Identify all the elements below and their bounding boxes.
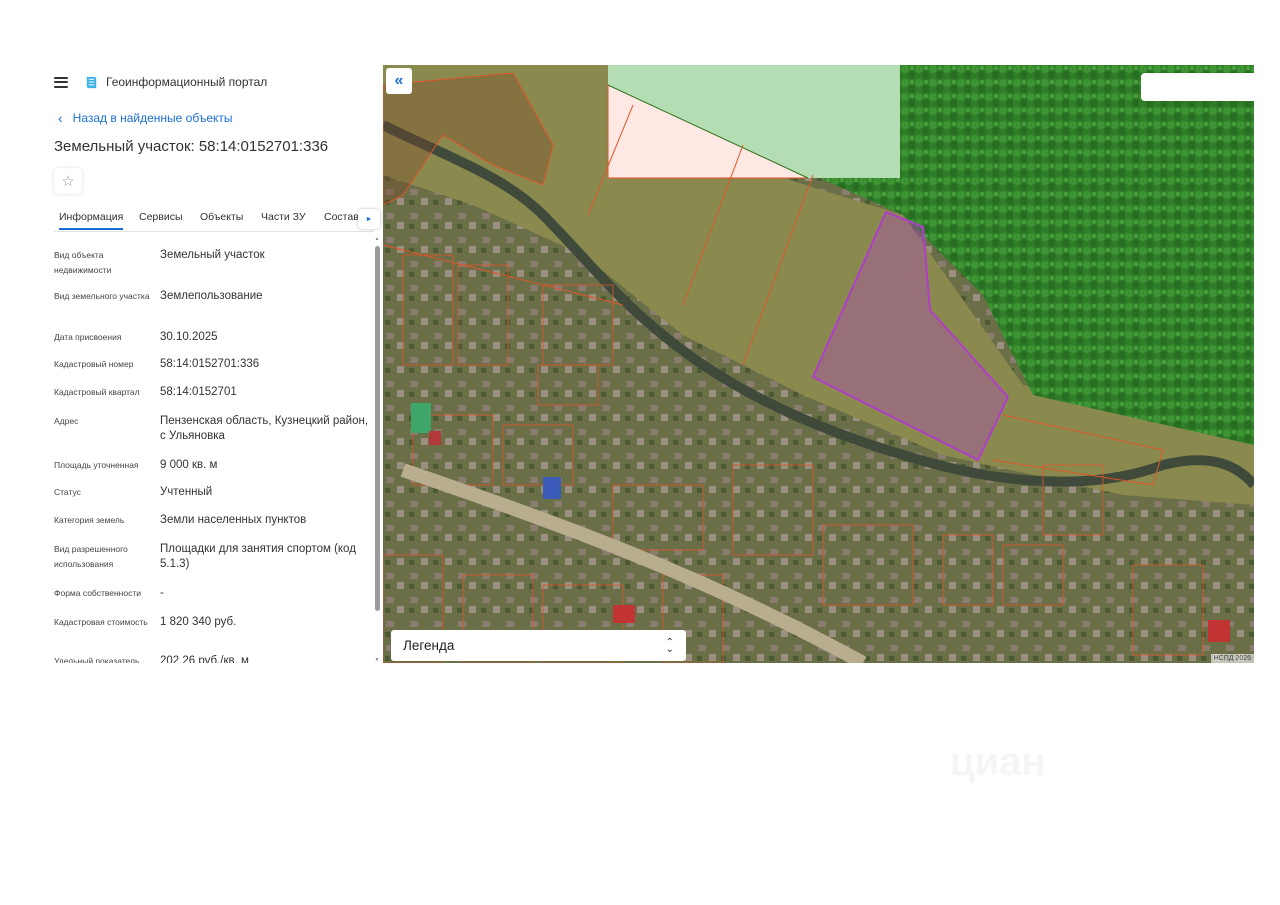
info-value: 1 820 340 руб.: [160, 616, 237, 628]
favorite-button[interactable]: ☆: [54, 168, 82, 194]
building: [411, 403, 431, 433]
double-chevron-left-icon: «: [394, 72, 404, 89]
info-value: Пензенская область, Кузнецкий район, с У…: [160, 415, 369, 442]
info-value: 9 000 кв. м: [160, 459, 218, 471]
chevron-left-icon: ‹: [58, 110, 63, 126]
info-value: Учтенный: [160, 486, 213, 498]
top-bar: Геоинформационный портал: [54, 72, 267, 92]
back-label: Назад в найденные объекты: [72, 111, 233, 125]
info-list: Вид объекта недвижимости Земельный участ…: [54, 238, 372, 663]
info-value: -: [160, 587, 164, 599]
chevron-right-icon: ►: [365, 215, 373, 223]
legend-dropdown[interactable]: Легенда ⌃ ⌄: [391, 630, 686, 661]
portal-title: Геоинформационный портал: [106, 75, 268, 89]
info-label: Форма собственности: [54, 588, 141, 598]
info-value: Площадки для занятия спортом (код 5.1.3): [160, 543, 356, 570]
info-label: Статус: [54, 487, 81, 497]
legend-label: Легенда: [403, 638, 455, 653]
scroll-up-icon[interactable]: ▲: [374, 236, 380, 242]
info-value: 30.10.2025: [160, 331, 218, 343]
tab-objects[interactable]: Объекты: [200, 211, 243, 223]
building: [1208, 620, 1230, 642]
info-label: Удельный показатель: [54, 656, 140, 663]
satellite-map[interactable]: [383, 65, 1254, 663]
building: [429, 431, 441, 445]
scroll-thumb[interactable]: [375, 246, 380, 611]
tab-bar: Информация Сервисы Объекты Части ЗУ Сост…: [54, 208, 374, 232]
object-panel: Геоинформационный портал ‹ Назад в найде…: [0, 60, 383, 663]
info-label: Кадастровый номер: [54, 359, 134, 369]
info-value: 58:14:0152701: [160, 386, 237, 398]
building: [543, 477, 561, 499]
map-view[interactable]: « Легенда ⌃ ⌄ НСПД 2026: [383, 65, 1254, 663]
info-label: Дата присвоения: [54, 332, 122, 342]
map-search-box[interactable]: [1141, 73, 1254, 101]
expand-collapse-icon: ⌃ ⌄: [665, 636, 674, 655]
info-label: Адрес: [54, 416, 79, 426]
info-value: Землепользование: [160, 290, 263, 302]
info-label: Вид разрешенного использования: [54, 544, 128, 569]
info-value: 202,26 руб./кв. м: [160, 655, 249, 663]
info-label: Кадастровая стоимость: [54, 617, 148, 627]
tabs-next-button[interactable]: ►: [358, 209, 380, 229]
tab-services[interactable]: Сервисы: [139, 211, 183, 223]
portal-logo-icon: [86, 76, 97, 88]
menu-icon[interactable]: [54, 76, 68, 88]
info-label: Вид земельного участка: [54, 291, 150, 301]
info-value: Земельный участок: [160, 249, 265, 261]
building: [613, 605, 635, 623]
info-label: Категория земель: [54, 515, 125, 525]
back-to-results-link[interactable]: ‹ Назад в найденные объекты: [58, 111, 233, 125]
watermark: циан: [950, 740, 1046, 785]
scroll-down-icon[interactable]: ▼: [374, 657, 380, 663]
info-value: Земли населенных пунктов: [160, 514, 307, 526]
star-icon: ☆: [61, 173, 75, 190]
info-scrollbar[interactable]: ▲ ▼: [374, 236, 380, 663]
tab-parts[interactable]: Части ЗУ: [261, 211, 306, 223]
tab-info[interactable]: Информация: [59, 211, 124, 230]
collapse-panel-button[interactable]: «: [386, 68, 412, 94]
info-label: Вид объекта недвижимости: [54, 250, 112, 275]
info-label: Площадь уточненная: [54, 460, 139, 470]
map-copyright: НСПД 2026: [1210, 654, 1254, 663]
info-value: 58:14:0152701:336: [160, 358, 260, 370]
page-title: Земельный участок: 58:14:0152701:336: [54, 138, 329, 155]
tab-composition[interactable]: Состав: [324, 211, 359, 223]
info-label: Кадастровый квартал: [54, 387, 140, 397]
